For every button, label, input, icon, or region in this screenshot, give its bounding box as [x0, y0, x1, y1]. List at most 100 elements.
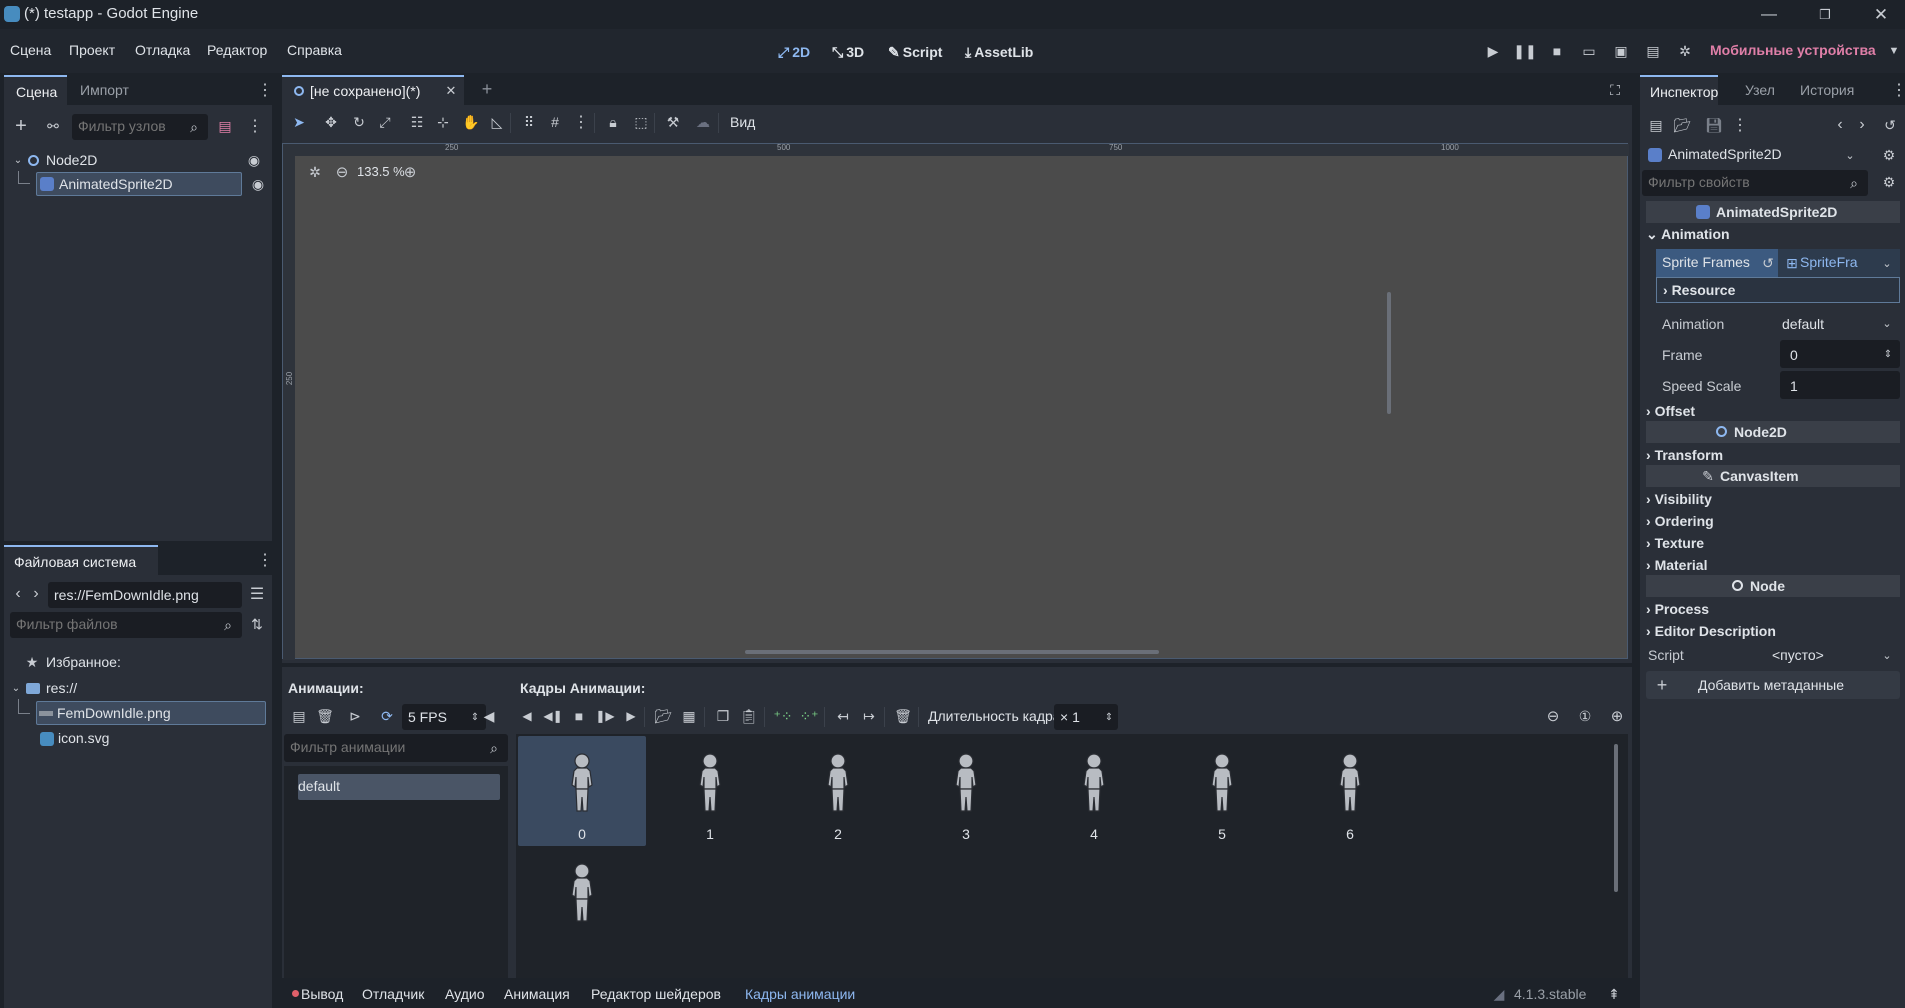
chevron-down-icon[interactable]: ⌄	[12, 152, 24, 168]
frame-thumbnail[interactable]: 6	[1286, 736, 1414, 846]
zoom-in-icon[interactable]: ⊕	[1606, 705, 1628, 727]
property-animation-select[interactable]: default ⌄	[1780, 309, 1900, 337]
copy-frame-icon[interactable]: ❐	[712, 705, 734, 727]
chevron-down-icon[interactable]: ⌄	[1878, 253, 1896, 273]
spin-arrows-icon[interactable]: ⇕	[1880, 344, 1896, 364]
workspace-assetlib-button[interactable]: ⤓ AssetLib	[965, 42, 1033, 62]
link-icon[interactable]: ⚯	[42, 115, 64, 137]
play-animation-icon[interactable]: ▶	[620, 705, 642, 727]
section-offset[interactable]: › Offset	[1646, 403, 1695, 419]
center-view-icon[interactable]: ✲	[305, 162, 325, 182]
snap-options-icon[interactable]: ⋮	[570, 111, 592, 133]
resource-menu-icon[interactable]: ⋮	[1732, 115, 1748, 135]
visibility-eye-icon[interactable]: ◉	[248, 174, 268, 194]
history-forward-icon[interactable]: ›	[1854, 115, 1870, 135]
section-animation[interactable]: ⌄ Animation	[1646, 226, 1730, 243]
object-selector[interactable]: AnimatedSprite2D ⌄	[1644, 142, 1864, 168]
menu-editor[interactable]: Редактор	[207, 42, 267, 58]
chevron-down-icon[interactable]: ⌄	[10, 679, 22, 697]
first-frame-icon[interactable]: ◀	[516, 705, 538, 727]
prev-frame-icon[interactable]: ◀❚	[542, 705, 564, 727]
tab-sprite-frames[interactable]: Кадры анимации	[745, 986, 855, 1002]
frame-thumbnail[interactable]: 3	[902, 736, 1030, 846]
paste-frame-icon[interactable]: 📋︎	[738, 705, 760, 727]
node-filter-input[interactable]: ⌕	[72, 114, 208, 140]
workspace-2d-button[interactable]: ⤢ 2D	[778, 42, 810, 62]
workspace-script-button[interactable]: ✎ Script	[888, 42, 942, 62]
bone-icon[interactable]: ⚒	[662, 111, 684, 133]
file-filter-input[interactable]: ⌕	[10, 612, 242, 638]
tree-item-animatedsprite2d[interactable]: AnimatedSprite2D	[36, 172, 242, 196]
close-tab-icon[interactable]: ✕	[442, 81, 460, 101]
zoom-out-icon[interactable]: ⊖	[1542, 705, 1564, 727]
path-field[interactable]: res://FemDownIdle.png	[48, 582, 242, 608]
new-animation-icon[interactable]: ▤	[288, 705, 310, 727]
load-frames-icon[interactable]: 📂︎	[652, 705, 674, 727]
play-scene-icon[interactable]: ▣	[1610, 40, 1632, 62]
tab-node[interactable]: Узел	[1745, 82, 1775, 98]
lock-icon[interactable]: 🔒︎	[602, 111, 624, 133]
split-view-icon[interactable]: ☰	[246, 583, 268, 605]
tab-audio[interactable]: Аудио	[445, 986, 485, 1002]
workspace-3d-button[interactable]: ⤡ 3D	[832, 42, 864, 62]
frame-thumbnail[interactable]: 1	[646, 736, 774, 846]
folder-root-label[interactable]: res://	[46, 680, 77, 696]
frame-thumbnail[interactable]: 5	[1158, 736, 1286, 846]
menu-help[interactable]: Справка	[287, 42, 342, 58]
pan-mode-icon[interactable]: ✋	[460, 111, 482, 133]
tree-item-node2d[interactable]: ⌄ Node2D ◉	[4, 149, 272, 171]
stop-animation-icon[interactable]: ■	[568, 705, 590, 727]
animation-item-default[interactable]: default	[298, 774, 500, 800]
dock-menu-icon[interactable]: ⋮	[256, 549, 274, 571]
back-icon[interactable]: ‹	[10, 583, 26, 605]
rotate-mode-icon[interactable]: ↻	[348, 111, 370, 133]
anim-filter-field[interactable]	[290, 739, 480, 755]
add-metadata-button[interactable]: + Добавить метаданные	[1646, 671, 1900, 699]
pivot-icon[interactable]: ⊹	[432, 111, 454, 133]
version-label[interactable]: 4.1.3.stable	[1514, 986, 1586, 1002]
file-item-icon-svg[interactable]: icon.svg	[58, 730, 109, 746]
tab-import[interactable]: Импорт	[80, 82, 129, 98]
smart-snap-icon[interactable]: ⠿	[518, 111, 540, 133]
tab-filesystem[interactable]: Файловая система	[4, 545, 158, 575]
object-history-icon[interactable]: ↺	[1880, 115, 1900, 135]
sort-icon[interactable]: ⇅	[246, 613, 268, 635]
add-tab-icon[interactable]: +	[476, 77, 498, 101]
stop-icon[interactable]: ■	[1546, 40, 1568, 62]
property-script-select[interactable]: <пусто> ⌄	[1758, 641, 1900, 667]
frame-thumbnail[interactable]	[518, 846, 646, 956]
dock-menu-icon[interactable]: ⋮	[1891, 79, 1905, 101]
new-resource-icon[interactable]: ▤	[1646, 115, 1666, 135]
section-texture[interactable]: › Texture	[1646, 535, 1704, 551]
remote-debug-icon[interactable]: ▭	[1578, 40, 1600, 62]
delete-animation-icon[interactable]: 🗑︎	[314, 705, 336, 727]
file-filter-field[interactable]	[16, 616, 216, 632]
file-item-femdownidle[interactable]: FemDownIdle.png	[36, 701, 266, 725]
next-frame-icon[interactable]: ❚▶	[594, 705, 616, 727]
zoom-out-icon[interactable]: ⊖	[333, 163, 351, 181]
move-right-icon[interactable]: ↦	[858, 705, 880, 727]
tab-inspector[interactable]: Инспектор	[1640, 75, 1718, 105]
frame-thumbnail[interactable]: 2	[774, 736, 902, 846]
tab-output[interactable]: Вывод	[301, 986, 343, 1002]
ruler-mode-icon[interactable]: ◺	[486, 111, 508, 133]
movie-maker-icon[interactable]: ✲	[1674, 40, 1696, 62]
tab-animation[interactable]: Анимация	[504, 986, 570, 1002]
expand-panel-icon[interactable]: ⇞	[1604, 984, 1624, 1004]
zoom-in-icon[interactable]: ⊕	[401, 163, 419, 181]
zoom-level[interactable]: 133.5 %	[357, 164, 405, 179]
move-mode-icon[interactable]: ✥	[320, 111, 342, 133]
fps-spinbox[interactable]: 5 FPS ⇕	[402, 704, 486, 730]
section-material[interactable]: › Material	[1646, 557, 1707, 573]
close-window-icon[interactable]: ✕	[1866, 0, 1896, 29]
distraction-free-icon[interactable]: ⛶	[1604, 79, 1626, 101]
section-visibility[interactable]: › Visibility	[1646, 491, 1712, 507]
frames-scrollbar[interactable]	[1614, 744, 1618, 892]
resource-subsection[interactable]: › Resource	[1656, 277, 1900, 303]
menu-project[interactable]: Проект	[69, 42, 115, 58]
cloud-icon[interactable]: ☁	[692, 111, 714, 133]
tab-history[interactable]: История	[1800, 82, 1854, 98]
forward-icon[interactable]: ›	[28, 583, 44, 605]
history-back-icon[interactable]: ‹	[1832, 115, 1848, 135]
viewport-canvas[interactable]: ✲ ⊖ 133.5 % ⊕	[295, 156, 1627, 658]
